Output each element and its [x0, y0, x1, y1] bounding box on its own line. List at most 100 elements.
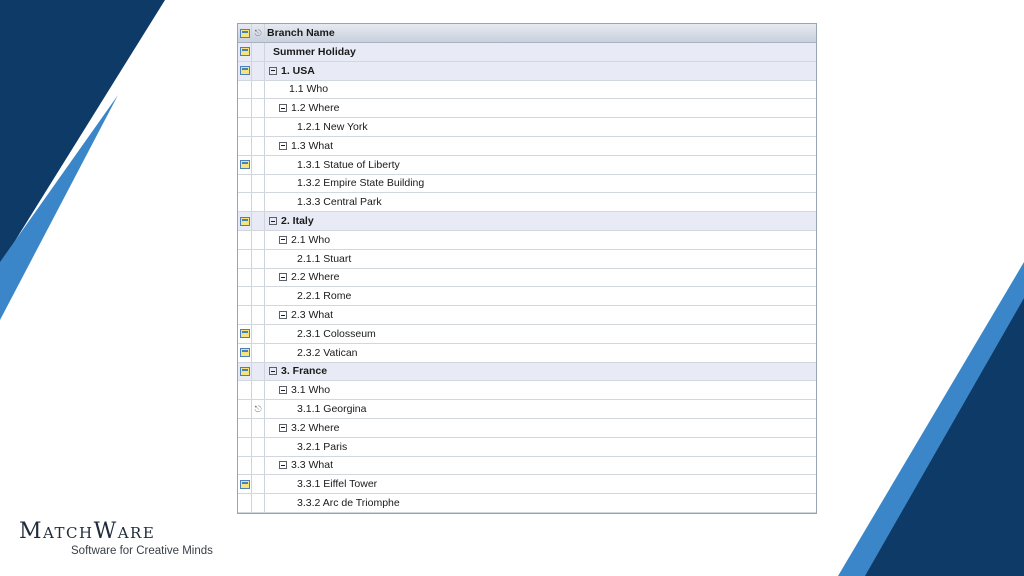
- note-cell[interactable]: [238, 155, 252, 174]
- note-cell[interactable]: [238, 400, 252, 418]
- collapse-toggle-icon[interactable]: [279, 423, 287, 432]
- attachment-cell[interactable]: [252, 475, 265, 494]
- branch-name-cell[interactable]: 2.3.2 Vatican: [265, 344, 816, 362]
- tree-row[interactable]: Summer Holiday: [238, 43, 816, 62]
- note-cell[interactable]: [238, 418, 252, 437]
- collapse-toggle-icon[interactable]: [269, 66, 277, 75]
- note-cell[interactable]: [238, 437, 252, 456]
- tree-row[interactable]: 3.3.1 Eiffel Tower: [238, 475, 816, 495]
- branch-name-cell[interactable]: Summer Holiday: [265, 43, 816, 61]
- note-cell[interactable]: [238, 287, 252, 306]
- branch-name-cell[interactable]: 1.1 Who: [265, 81, 816, 99]
- attachment-cell[interactable]: [252, 362, 265, 381]
- tree-row[interactable]: 2. Italy: [238, 212, 816, 231]
- attachment-cell[interactable]: [252, 494, 265, 512]
- note-cell[interactable]: [238, 43, 252, 61]
- collapse-toggle-icon[interactable]: [279, 311, 287, 320]
- branch-name-cell[interactable]: 1.3.2 Empire State Building: [265, 175, 816, 193]
- branch-name-cell[interactable]: 2.1 Who: [265, 231, 816, 249]
- tree-row[interactable]: 2.2.1 Rome: [238, 287, 816, 307]
- tree-row[interactable]: 3.3 What: [238, 456, 816, 476]
- branch-name-cell[interactable]: 1.3.3 Central Park: [265, 193, 816, 211]
- header-attachment-column[interactable]: ⎋: [252, 24, 265, 42]
- attachment-cell[interactable]: [252, 306, 265, 324]
- note-cell[interactable]: [238, 324, 252, 343]
- branch-name-cell[interactable]: 3.2 Where: [265, 419, 816, 437]
- collapse-toggle-icon[interactable]: [279, 235, 287, 244]
- attachment-cell[interactable]: [252, 193, 265, 212]
- attachment-cell[interactable]: [252, 136, 265, 155]
- attachment-cell[interactable]: [252, 418, 265, 437]
- tree-row[interactable]: 1.2 Where: [238, 99, 816, 119]
- branch-name-cell[interactable]: 3.3.2 Arc de Triomphe: [265, 494, 816, 512]
- collapse-toggle-icon[interactable]: [279, 141, 287, 150]
- note-cell[interactable]: [238, 362, 252, 381]
- attachment-cell[interactable]: [252, 99, 265, 118]
- branch-name-cell[interactable]: 3. France: [265, 363, 816, 381]
- tree-row[interactable]: 2.1.1 Stuart: [238, 249, 816, 269]
- attachment-cell[interactable]: [252, 343, 265, 362]
- branch-name-cell[interactable]: 2.3 What: [265, 306, 816, 324]
- note-cell[interactable]: [238, 456, 252, 475]
- tree-row[interactable]: 1.2.1 New York: [238, 118, 816, 137]
- branch-name-cell[interactable]: 1.3 What: [265, 137, 816, 155]
- branch-name-cell[interactable]: 1. USA: [265, 62, 816, 80]
- note-cell[interactable]: [238, 118, 252, 136]
- tree-row[interactable]: 3.2 Where: [238, 418, 816, 438]
- tree-row[interactable]: 1.3.1 Statue of Liberty: [238, 155, 816, 175]
- note-cell[interactable]: [238, 80, 252, 99]
- note-cell[interactable]: [238, 174, 252, 193]
- tree-row[interactable]: 2.1 Who: [238, 230, 816, 250]
- branch-name-cell[interactable]: 3.3.1 Eiffel Tower: [265, 475, 816, 493]
- attachment-cell[interactable]: [252, 155, 265, 174]
- attachment-cell[interactable]: [252, 212, 265, 230]
- branch-name-column-header[interactable]: Branch Name: [265, 24, 816, 42]
- note-cell[interactable]: [238, 494, 252, 512]
- branch-name-cell[interactable]: 3.1.1 Georgina: [265, 400, 816, 418]
- attachment-cell[interactable]: [252, 437, 265, 456]
- branch-name-cell[interactable]: 2.2 Where: [265, 269, 816, 287]
- note-cell[interactable]: [238, 230, 252, 249]
- attachment-cell[interactable]: [252, 43, 265, 61]
- branch-name-cell[interactable]: 2.2.1 Rome: [265, 287, 816, 305]
- attachment-cell[interactable]: ⎋: [252, 400, 265, 418]
- tree-row[interactable]: 2.3 What: [238, 306, 816, 325]
- attachment-cell[interactable]: [252, 456, 265, 475]
- tree-row[interactable]: 2.3.1 Colosseum: [238, 324, 816, 344]
- note-cell[interactable]: [238, 193, 252, 212]
- note-cell[interactable]: [238, 212, 252, 230]
- collapse-toggle-icon[interactable]: [279, 273, 287, 282]
- attachment-cell[interactable]: [252, 381, 265, 400]
- branch-name-cell[interactable]: 3.3 What: [265, 457, 816, 475]
- collapse-toggle-icon[interactable]: [269, 367, 277, 376]
- attachment-cell[interactable]: [252, 118, 265, 136]
- attachment-cell[interactable]: [252, 324, 265, 343]
- collapse-toggle-icon[interactable]: [279, 386, 287, 395]
- note-cell[interactable]: [238, 99, 252, 118]
- tree-row[interactable]: 2.3.2 Vatican: [238, 343, 816, 363]
- branch-name-cell[interactable]: 3.1 Who: [265, 381, 816, 399]
- tree-row[interactable]: 1.3 What: [238, 136, 816, 156]
- attachment-cell[interactable]: [252, 287, 265, 306]
- attachment-cell[interactable]: [252, 268, 265, 287]
- attachment-cell[interactable]: [252, 61, 265, 80]
- collapse-toggle-icon[interactable]: [269, 217, 277, 226]
- note-cell[interactable]: [238, 249, 252, 268]
- branch-name-cell[interactable]: 2. Italy: [265, 212, 816, 230]
- tree-row[interactable]: 1.1 Who: [238, 80, 816, 100]
- tree-row[interactable]: 3.3.2 Arc de Triomphe: [238, 494, 816, 513]
- branch-name-cell[interactable]: 2.3.1 Colosseum: [265, 325, 816, 343]
- note-cell[interactable]: [238, 136, 252, 155]
- branch-name-cell[interactable]: 1.2 Where: [265, 99, 816, 117]
- note-cell[interactable]: [238, 61, 252, 80]
- attachment-cell[interactable]: [252, 249, 265, 268]
- note-cell[interactable]: [238, 306, 252, 324]
- tree-row[interactable]: ⎋ 3.1.1 Georgina: [238, 400, 816, 419]
- tree-row[interactable]: 3.2.1 Paris: [238, 437, 816, 457]
- branch-name-cell[interactable]: 2.1.1 Stuart: [265, 250, 816, 268]
- tree-row[interactable]: 1.3.3 Central Park: [238, 193, 816, 213]
- note-cell[interactable]: [238, 381, 252, 400]
- branch-name-cell[interactable]: 1.2.1 New York: [265, 118, 816, 136]
- attachment-cell[interactable]: [252, 174, 265, 193]
- note-cell[interactable]: [238, 475, 252, 494]
